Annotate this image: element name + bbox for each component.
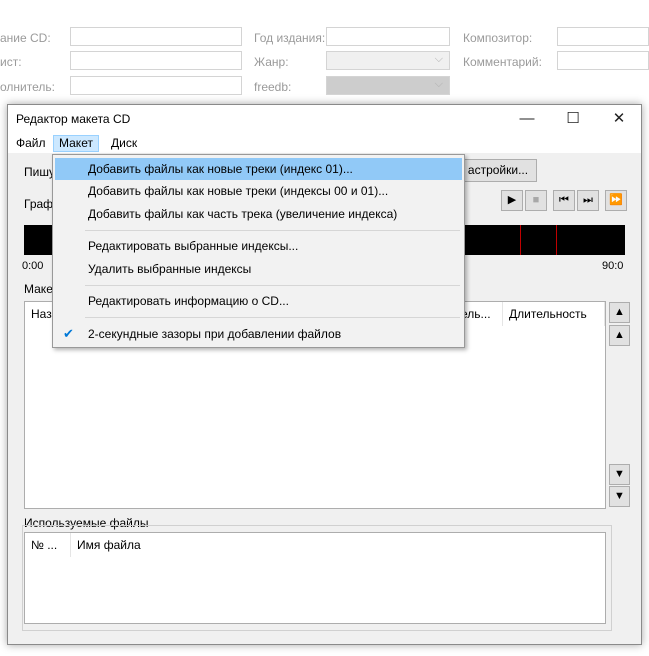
year-field[interactable]: [326, 27, 450, 46]
menu-disc[interactable]: Диск: [105, 135, 143, 152]
used-files-list[interactable]: № ... Имя файла: [24, 532, 606, 624]
timeline-end-label: 90:0: [602, 260, 624, 272]
move-up-button[interactable]: ▲: [609, 325, 630, 346]
move-down-button[interactable]: ▼: [609, 464, 630, 485]
menu-separator: [85, 317, 460, 318]
write-label: Пишу: [24, 165, 55, 179]
minimize-button[interactable]: —: [504, 105, 550, 133]
year-label: Год издания:: [254, 31, 326, 45]
move-top-button[interactable]: ▲: [609, 302, 630, 323]
menu-two-second-gaps-label: 2-секундные зазоры при добавлении файлов: [88, 327, 342, 341]
artist-label: ист:: [0, 55, 22, 69]
column-header-filename[interactable]: Имя файла: [71, 533, 271, 557]
performer-field[interactable]: [70, 76, 242, 95]
freedb-label: freedb:: [254, 80, 292, 94]
close-button[interactable]: ✕: [596, 105, 642, 133]
stop-button[interactable]: ■: [525, 190, 547, 211]
play-button[interactable]: ▶: [501, 190, 523, 211]
chevron-down-icon: ⌵: [434, 78, 443, 90]
menu-edit-cd-info[interactable]: Редактировать информацию о CD...: [55, 290, 462, 312]
freedb-combo[interactable]: ⌵: [326, 76, 450, 95]
column-header-number[interactable]: № ...: [25, 533, 71, 557]
next-track-button[interactable]: ⏭: [577, 190, 599, 211]
menu-file[interactable]: Файл: [10, 135, 52, 152]
menu-add-files-new-tracks-index01[interactable]: Добавить файлы как новые треки (индекс 0…: [55, 158, 462, 180]
menu-add-files-new-tracks-index00-01[interactable]: Добавить файлы как новые треки (индексы …: [55, 180, 462, 202]
previous-track-button[interactable]: ⏮: [553, 190, 575, 211]
menu-bar: Файл Макет Диск: [8, 133, 641, 153]
menu-separator: [85, 285, 460, 286]
timeline-start-label: 0:00: [22, 260, 44, 272]
track-marker[interactable]: [520, 225, 521, 255]
artist-field[interactable]: [70, 51, 242, 70]
album-title-label: ание CD:: [0, 31, 51, 45]
settings-button[interactable]: астройки...: [459, 159, 537, 182]
chevron-down-icon: ⌵: [434, 53, 443, 65]
genre-label: Жанр:: [254, 55, 289, 69]
comment-field[interactable]: [557, 51, 649, 70]
column-header-duration[interactable]: Длительность: [503, 302, 605, 326]
genre-combo[interactable]: ⌵: [326, 51, 450, 70]
fast-forward-button[interactable]: ⏩: [605, 190, 627, 211]
graph-label: Граф: [24, 197, 54, 211]
menu-add-files-track-part[interactable]: Добавить файлы как часть трека (увеличен…: [55, 203, 462, 225]
performer-label: олнитель:: [0, 80, 55, 94]
track-marker[interactable]: [556, 225, 557, 255]
title-bar: Редактор макета CD — ☐ ✕: [8, 105, 641, 133]
menu-two-second-gaps[interactable]: ✔ 2-секундные зазоры при добавлении файл…: [55, 323, 462, 345]
album-title-field[interactable]: [70, 27, 242, 46]
menu-delete-selected-indexes[interactable]: Удалить выбранные индексы: [55, 258, 462, 280]
window-title: Редактор макета CD: [16, 112, 131, 126]
move-bottom-button[interactable]: ▼: [609, 486, 630, 507]
comment-label: Комментарий:: [463, 55, 542, 69]
menu-layout[interactable]: Макет: [53, 135, 99, 152]
composer-field[interactable]: [557, 27, 649, 46]
maximize-button[interactable]: ☐: [550, 105, 596, 133]
layout-menu-dropdown: Добавить файлы как новые треки (индекс 0…: [52, 154, 465, 348]
menu-edit-selected-indexes[interactable]: Редактировать выбранные индексы...: [55, 235, 462, 257]
check-icon: ✔: [63, 326, 74, 341]
composer-label: Композитор:: [463, 31, 533, 45]
menu-separator: [85, 230, 460, 231]
